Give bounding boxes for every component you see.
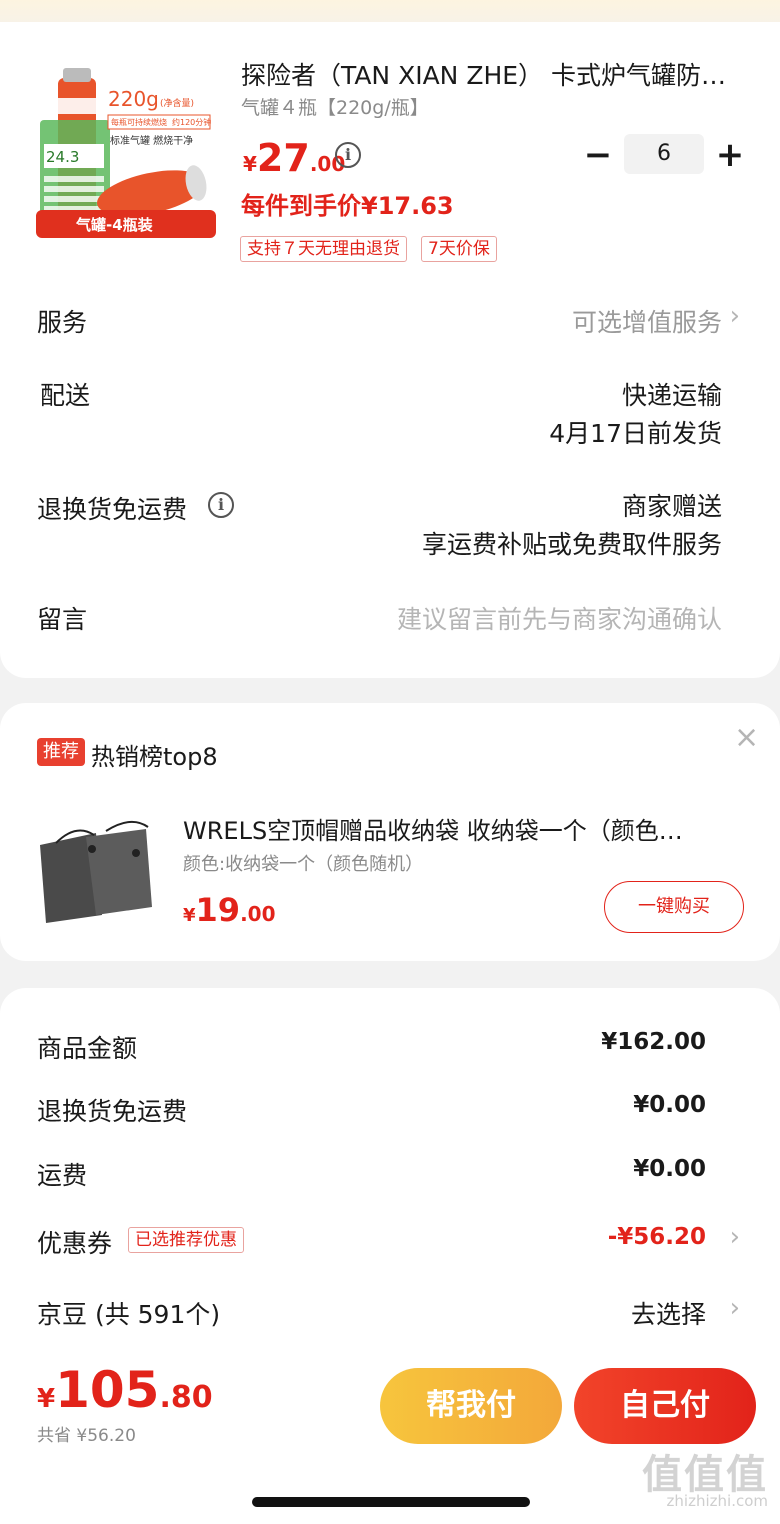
recommend-item-spec: 颜色:收纳袋一个（颜色随机） <box>183 854 424 875</box>
svg-text:24.3: 24.3 <box>46 148 79 166</box>
pouch-icon <box>40 820 152 923</box>
svg-text:约120分钟: 约120分钟 <box>172 117 211 127</box>
shipping-label: 运费 <box>37 1161 88 1190</box>
chevron-right-icon[interactable]: › <box>730 1222 740 1252</box>
quantity-input[interactable]: 6 <box>624 134 704 174</box>
one-click-buy-button[interactable]: 一键购买 <box>604 881 744 933</box>
recommend-title: 热销榜top8 <box>91 743 218 771</box>
home-indicator[interactable] <box>252 1497 530 1507</box>
coupon-value[interactable]: -¥56.20 <box>608 1224 706 1250</box>
goods-amount-label: 商品金额 <box>37 1034 138 1063</box>
shipping-value: ¥0.00 <box>633 1156 706 1182</box>
return-shipping-label: 退换货免运费 <box>37 495 188 524</box>
coupon-selected-tag: 已选推荐优惠 <box>128 1227 244 1253</box>
svg-text:每瓶可持续燃烧: 每瓶可持续燃烧 <box>111 117 167 127</box>
svg-text:(净含量): (净含量) <box>160 97 194 109</box>
info-icon[interactable]: i <box>335 142 361 168</box>
recommend-badge: 推荐 <box>37 738 85 766</box>
svg-text:气罐-4瓶装: 气罐-4瓶装 <box>75 216 154 234</box>
svg-text:标准气罐 燃烧干净: 标准气罐 燃烧干净 <box>110 134 193 147</box>
info-icon[interactable]: i <box>208 492 234 518</box>
quantity-plus-button[interactable]: + <box>710 135 750 175</box>
chevron-right-icon[interactable]: › <box>730 301 740 331</box>
chevron-right-icon[interactable]: › <box>730 1293 740 1323</box>
quantity-minus-button[interactable]: − <box>578 135 618 175</box>
return-shipping-desc: 享运费补贴或免费取件服务 <box>421 530 722 559</box>
coupon-label: 优惠券 <box>37 1229 113 1258</box>
gas-can-product-image: 220g (净含量) 每瓶可持续燃烧 约120分钟 标准气罐 燃烧干净 24.3… <box>36 58 216 238</box>
return-policy-tag: 支持７天无理由退货 <box>240 236 407 262</box>
delivery-date: 4月17日前发货 <box>549 419 722 448</box>
message-input[interactable]: 建议留言前先与商家沟通确认 <box>397 600 722 636</box>
product-spec[interactable]: 气罐４瓶【220g/瓶】 <box>241 93 429 120</box>
recommend-item-price: ¥19.00 <box>183 891 276 929</box>
product-title[interactable]: 探险者（TAN XIAN ZHE） 卡式炉气罐防… <box>241 56 751 92</box>
recommend-item-title[interactable]: WRELS空顶帽赠品收纳袋 收纳袋一个（颜色… <box>183 811 743 846</box>
close-icon[interactable]: × <box>734 720 759 755</box>
service-value[interactable]: 可选增值服务 <box>572 303 722 339</box>
message-label: 留言 <box>37 605 88 634</box>
delivery-method[interactable]: 快递运输 <box>622 376 722 412</box>
product-image[interactable]: 220g (净含量) 每瓶可持续燃烧 约120分钟 标准气罐 燃烧干净 24.3… <box>36 58 216 238</box>
help-me-pay-button[interactable]: 帮我付 <box>380 1368 562 1444</box>
price-protect-tag: 7天价保 <box>421 236 497 262</box>
unit-final-price: 每件到手价¥17.63 <box>241 192 454 220</box>
jingdou-label: 京豆 (共 591个) <box>37 1300 221 1329</box>
return-fee-value: ¥0.00 <box>633 1092 706 1118</box>
watermark-url: zhizhizhi.com <box>666 1492 768 1510</box>
return-shipping-value: 商家赠送 <box>621 492 722 521</box>
jingdou-select[interactable]: 去选择 <box>631 1295 706 1331</box>
goods-amount-value: ¥162.00 <box>601 1029 706 1055</box>
pay-myself-button[interactable]: 自己付 <box>574 1368 756 1444</box>
return-fee-label: 退换货免运费 <box>37 1097 188 1126</box>
pouch-product-image[interactable] <box>36 815 156 925</box>
service-label: 服务 <box>37 308 88 337</box>
delivery-label: 配送 <box>40 381 91 410</box>
image-weight-text: 220g <box>108 87 159 111</box>
total-price: ¥105.80 <box>37 1361 213 1419</box>
product-price: ¥27.00 <box>243 136 346 180</box>
total-saved: 共省 ¥56.20 <box>37 1426 136 1446</box>
